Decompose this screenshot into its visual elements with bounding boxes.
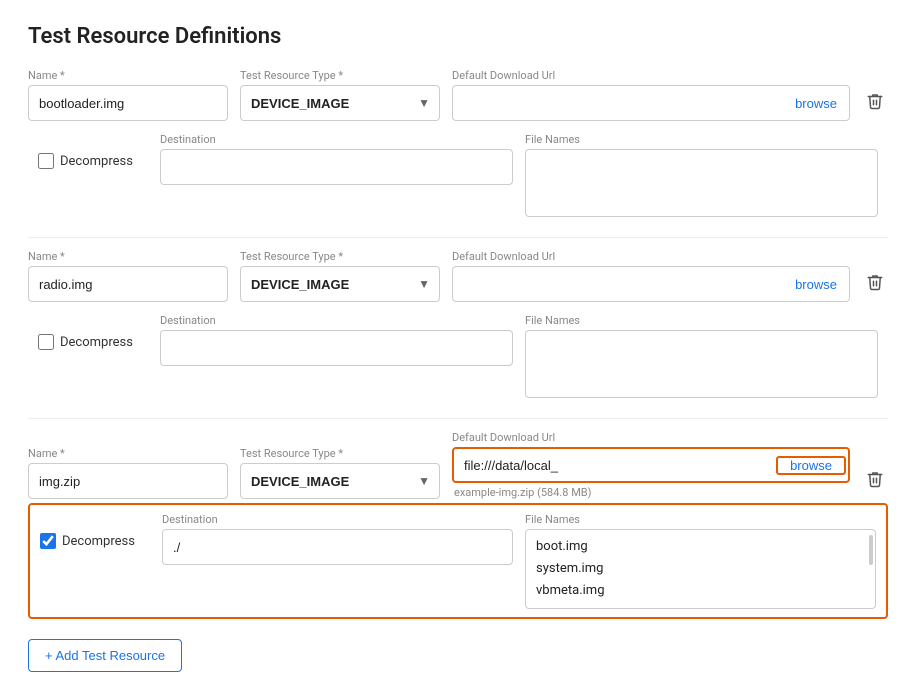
url-field-wrap-2: Default Download Url browse [452, 250, 850, 302]
destination-wrap-2: Destination [160, 314, 513, 366]
resource-block-1: Name * Test Resource Type * DEVICE_IMAGE… [28, 69, 888, 238]
type-select-wrap-3: DEVICE_IMAGEDEVICE_SCRIPTHOST_BINARY ▼ [240, 463, 440, 499]
destination-label-3: Destination [162, 513, 513, 526]
destination-input-3[interactable] [162, 529, 513, 565]
type-select-2[interactable]: DEVICE_IMAGEDEVICE_SCRIPTHOST_BINARY [240, 266, 440, 302]
decompress-checkbox-1[interactable] [38, 153, 54, 169]
name-label-1: Name * [28, 69, 228, 82]
decompress-row-3: Decompress Destination File Names boot.i… [28, 503, 888, 619]
decompress-label-1: Decompress [60, 154, 133, 169]
filenames-label-2: File Names [525, 314, 878, 327]
type-select-wrap-1: DEVICE_IMAGEDEVICE_SCRIPTHOST_BINARY ▼ [240, 85, 440, 121]
filenames-box-1 [525, 149, 878, 217]
resource-row-2: Name * Test Resource Type * DEVICE_IMAGE… [28, 250, 888, 302]
name-input-1[interactable] [28, 85, 228, 121]
filenames-label-1: File Names [525, 133, 878, 146]
page-title: Test Resource Definitions [28, 24, 888, 49]
url-label-1: Default Download Url [452, 69, 850, 82]
resource-row-1: Name * Test Resource Type * DEVICE_IMAGE… [28, 69, 888, 121]
name-field-group-1: Name * [28, 69, 228, 121]
type-select-3[interactable]: DEVICE_IMAGEDEVICE_SCRIPTHOST_BINARY [240, 463, 440, 499]
url-field-wrap-3: Default Download Url browse example-img.… [452, 431, 850, 499]
decompress-check-wrap-1: Decompress [38, 133, 148, 169]
type-label-1: Test Resource Type * [240, 69, 440, 82]
resources-container: Name * Test Resource Type * DEVICE_IMAGE… [28, 69, 888, 619]
filenames-box-2 [525, 330, 878, 398]
decompress-checkbox-2[interactable] [38, 334, 54, 350]
name-label-3: Name * [28, 447, 228, 460]
type-field-group-3: Test Resource Type * DEVICE_IMAGEDEVICE_… [240, 447, 440, 499]
add-test-resource-button[interactable]: + Add Test Resource [28, 639, 182, 672]
decompress-row-1: Decompress Destination File Names [28, 125, 888, 225]
name-input-2[interactable] [28, 266, 228, 302]
type-select-1[interactable]: DEVICE_IMAGEDEVICE_SCRIPTHOST_BINARY [240, 85, 440, 121]
url-input-3[interactable] [454, 452, 774, 479]
type-label-2: Test Resource Type * [240, 250, 440, 263]
type-field-group-2: Test Resource Type * DEVICE_IMAGEDEVICE_… [240, 250, 440, 302]
url-label-3: Default Download Url [452, 431, 850, 444]
filenames-box-3: boot.imgsystem.imgvbmeta.img [525, 529, 876, 609]
url-label-2: Default Download Url [452, 250, 850, 263]
url-hint-3: example-img.zip (584.8 MB) [452, 486, 850, 499]
decompress-label-3: Decompress [62, 534, 135, 549]
name-input-3[interactable] [28, 463, 228, 499]
destination-input-1[interactable] [160, 149, 513, 185]
url-field-wrap-1: Default Download Url browse [452, 69, 850, 121]
name-field-group-2: Name * [28, 250, 228, 302]
decompress-checkbox-3[interactable] [40, 533, 56, 549]
url-input-1[interactable] [453, 90, 783, 117]
filenames-wrap-1: File Names [525, 133, 878, 217]
filenames-label-3: File Names [525, 513, 876, 526]
filenames-wrap-2: File Names [525, 314, 878, 398]
destination-input-2[interactable] [160, 330, 513, 366]
delete-button-2[interactable] [862, 269, 888, 300]
url-input-2[interactable] [453, 271, 783, 298]
decompress-check-wrap-2: Decompress [38, 314, 148, 350]
filenames-wrap-3: File Names boot.imgsystem.imgvbmeta.img [525, 513, 876, 609]
url-input-wrap-2: browse [452, 266, 850, 302]
browse-button-2[interactable]: browse [783, 277, 849, 292]
delete-button-3[interactable] [862, 466, 888, 497]
name-field-group-3: Name * [28, 447, 228, 499]
decompress-check-wrap-3: Decompress [40, 513, 150, 549]
destination-wrap-3: Destination [162, 513, 513, 565]
type-select-wrap-2: DEVICE_IMAGEDEVICE_SCRIPTHOST_BINARY ▼ [240, 266, 440, 302]
resource-block-3: Name * Test Resource Type * DEVICE_IMAGE… [28, 431, 888, 619]
resource-row-3: Name * Test Resource Type * DEVICE_IMAGE… [28, 431, 888, 499]
destination-label-1: Destination [160, 133, 513, 146]
decompress-row-2: Decompress Destination File Names [28, 306, 888, 406]
decompress-label-2: Decompress [60, 335, 133, 350]
scrollbar-3[interactable] [869, 535, 873, 565]
type-label-3: Test Resource Type * [240, 447, 440, 460]
browse-button-3[interactable]: browse [776, 456, 846, 475]
url-input-wrap-3: browse [452, 447, 850, 483]
browse-button-1[interactable]: browse [783, 96, 849, 111]
url-input-wrap-1: browse [452, 85, 850, 121]
type-field-group-1: Test Resource Type * DEVICE_IMAGEDEVICE_… [240, 69, 440, 121]
destination-wrap-1: Destination [160, 133, 513, 185]
resource-block-2: Name * Test Resource Type * DEVICE_IMAGE… [28, 250, 888, 419]
name-label-2: Name * [28, 250, 228, 263]
destination-label-2: Destination [160, 314, 513, 327]
delete-button-1[interactable] [862, 88, 888, 119]
